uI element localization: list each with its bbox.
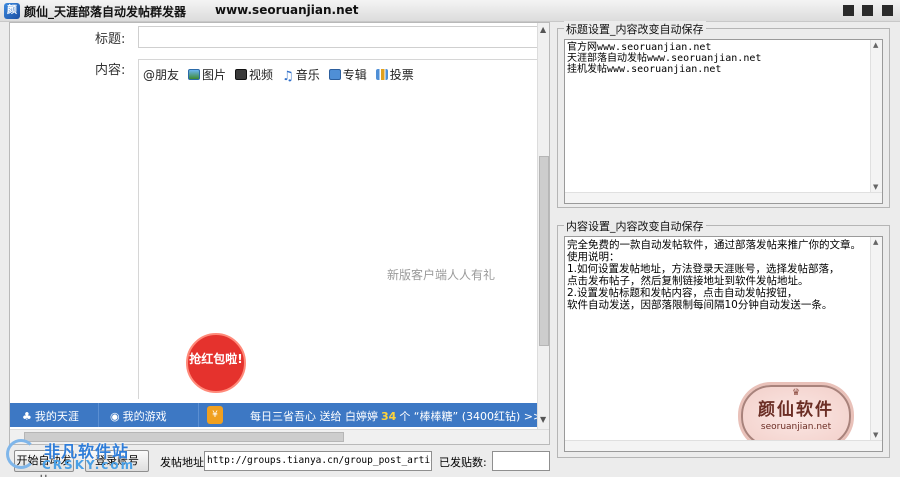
- coin-icon[interactable]: ¥: [207, 406, 223, 424]
- editor-toolbar: @朋友 图片 视频 ♫ 音乐 专辑 投票: [143, 64, 414, 84]
- gamepad-icon: ◉: [110, 409, 120, 423]
- promo-link[interactable]: 新版客户端人人有礼: [387, 266, 495, 283]
- daily-gift-link[interactable]: 每日三省吾心 送给 白婷婷 34 个 “棒棒糖” (3400红钻) >>: [250, 408, 542, 424]
- my-tianya-label: 我的天涯: [34, 410, 79, 423]
- vote-icon: [375, 68, 388, 80]
- title-line: 挂机发帖www.seoruanjian.net: [567, 64, 722, 75]
- friend-label: @朋友: [143, 67, 180, 82]
- daily-gift-suffix: 个 “棒棒糖” (3400红钻) >>: [399, 410, 543, 423]
- content-textarea-hscrollbar[interactable]: [565, 440, 882, 451]
- content-line: 使用说明：: [567, 251, 620, 263]
- content-textarea-scrollbar[interactable]: ▲ ▼: [870, 237, 882, 451]
- scroll-thumb[interactable]: [539, 156, 549, 346]
- my-games-label: 我的游戏: [122, 410, 167, 423]
- content-line: 1.如何设置发帖地址，方法登录天涯账号，选择发帖部落，: [567, 263, 840, 275]
- album-icon: [328, 68, 341, 80]
- scroll-down-icon[interactable]: ▼: [873, 183, 878, 191]
- content-line: 点击发布帖子，然后复制链接地址到软件发帖地址。: [567, 275, 809, 287]
- music-label: 音乐: [295, 67, 320, 82]
- music-button[interactable]: ♫ 音乐: [282, 64, 320, 84]
- album-label: 专辑: [342, 67, 367, 82]
- stamp-name: 颜仙软件: [758, 400, 834, 420]
- title-settings-textarea[interactable]: 官方网www.seoruanjian.net 天涯部落自动发帖www.seoru…: [564, 39, 883, 204]
- content-settings-caption: 内容设置_内容改变自动保存: [564, 218, 706, 234]
- daily-gift-prefix: 每日三省吾心 送给 白婷婷: [250, 410, 378, 423]
- scroll-down-icon[interactable]: ▼: [540, 415, 546, 424]
- video-label: 视频: [249, 67, 274, 82]
- red-packet-label: 抢红包啦!: [189, 352, 243, 366]
- scroll-down-icon[interactable]: ▼: [873, 431, 878, 439]
- posted-count-field: [492, 451, 550, 471]
- image-icon: [188, 68, 201, 80]
- content-settings-textarea[interactable]: 完全免费的一款自动发帖软件，通过部落发帖来推广你的文章。 使用说明： 1.如何设…: [564, 236, 883, 452]
- title-line: 官方网www.seoruanjian.net: [567, 42, 712, 53]
- content-line: 2.设置发帖标题和发帖内容，点击自动发帖按钮，: [567, 287, 798, 299]
- title-line: 天涯部落自动发帖www.seoruanjian.net: [567, 53, 762, 64]
- watermark-logo-icon: [6, 439, 36, 469]
- content-label: 内容:: [95, 63, 126, 78]
- content-settings-group: 内容设置_内容改变自动保存 完全免费的一款自动发帖软件，通过部落发帖来推广你的文…: [557, 218, 890, 458]
- album-button[interactable]: 专辑: [328, 64, 367, 84]
- scroll-up-icon[interactable]: ▲: [873, 238, 878, 246]
- content-line: 软件自动发送，因部落限制每间隔10分钟自动发送一条。: [567, 299, 833, 311]
- content-line: 完全免费的一款自动发帖软件，通过部落发帖来推广你的文章。: [567, 239, 861, 251]
- minimize-icon[interactable]: [843, 5, 854, 16]
- image-label: 图片: [202, 67, 227, 82]
- home-icon: ♣: [22, 409, 32, 423]
- title-textarea-scrollbar[interactable]: ▲ ▼: [870, 40, 882, 203]
- close-icon[interactable]: [882, 5, 893, 16]
- friend-button[interactable]: @朋友: [143, 64, 179, 84]
- vote-button[interactable]: 投票: [375, 64, 414, 84]
- app-icon: 颜: [4, 3, 20, 19]
- tianya-bottom-bar: ♣ 我的天涯 ◉ 我的游戏 ¥ 每日三省吾心 送给 白婷婷 34 个 “棒棒糖” (34…: [10, 403, 542, 427]
- title-label: 标题:: [95, 32, 126, 47]
- my-tianya-link[interactable]: ♣ 我的天涯: [22, 408, 79, 424]
- music-icon: ♫: [282, 68, 294, 84]
- post-url-label: 发帖地址:: [160, 456, 208, 469]
- window-title: 颜仙_天涯部落自动发帖群发器: [24, 5, 187, 19]
- brand-stamp-logo: ♛ 颜仙软件 seoruanjian.net: [741, 385, 851, 447]
- site-watermark: 非凡软件站 CRSKY.com: [6, 437, 136, 475]
- crown-icon: ♛: [791, 388, 801, 398]
- title-bar: 颜 颜仙_天涯部落自动发帖群发器 www.seoruanjian.net: [0, 0, 900, 22]
- vote-label: 投票: [389, 67, 414, 82]
- divider: [98, 403, 99, 427]
- video-icon: [235, 68, 248, 80]
- title-settings-caption: 标题设置_内容改变自动保存: [564, 21, 706, 37]
- video-button[interactable]: 视频: [235, 64, 273, 84]
- stamp-site: seoruanjian.net: [760, 422, 832, 432]
- image-button[interactable]: 图片: [188, 64, 226, 84]
- scroll-up-icon[interactable]: ▲: [540, 25, 546, 34]
- window-url: www.seoruanjian.net: [215, 3, 359, 17]
- red-packet-badge[interactable]: 抢红包啦!: [180, 333, 252, 399]
- maximize-icon[interactable]: [862, 5, 873, 16]
- title-settings-group: 标题设置_内容改变自动保存 官方网www.seoruanjian.net 天涯部…: [557, 21, 890, 208]
- divider: [198, 403, 199, 427]
- post-url-input[interactable]: http://groups.tianya.cn/group_post_artic…: [204, 451, 432, 471]
- my-games-link[interactable]: ◉ 我的游戏: [110, 408, 167, 424]
- web-browser-panel: 标题: 内容: @朋友 图片 视频 ♫ 音乐 专辑 投票 新版客户端人人有礼 抢红…: [9, 22, 550, 445]
- post-title-input[interactable]: [138, 26, 540, 48]
- vertical-scrollbar[interactable]: ▲ ▼: [537, 23, 549, 429]
- scroll-up-icon[interactable]: ▲: [873, 41, 878, 49]
- daily-gift-number: 34: [381, 409, 397, 423]
- watermark-en: CRSKY.com: [42, 458, 136, 472]
- posted-count-label: 已发贴数:: [439, 456, 487, 469]
- title-textarea-hscrollbar[interactable]: [565, 192, 882, 203]
